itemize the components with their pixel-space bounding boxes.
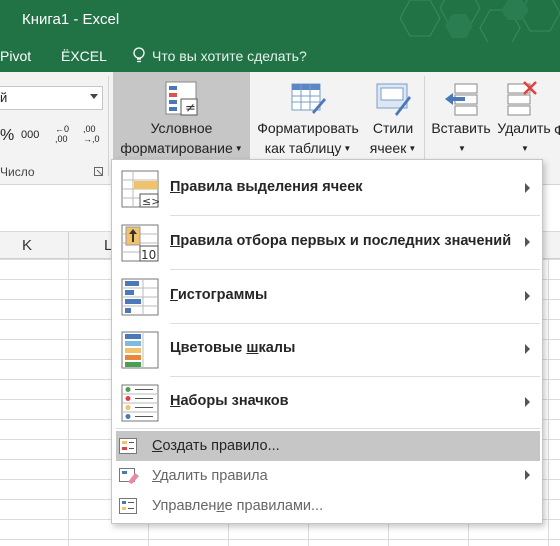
column-divider	[68, 232, 69, 258]
cell-styles-icon	[376, 83, 411, 116]
data-bars-icon	[121, 278, 159, 316]
clear-rules-accel: У	[152, 468, 161, 484]
clear-rules-icon	[119, 468, 139, 484]
menu-separator	[116, 428, 540, 429]
format-as-table-icon	[291, 83, 326, 114]
column-header-k[interactable]: K	[22, 237, 32, 254]
format-as-table-button[interactable]: Форматировать как таблицу ▼	[252, 72, 364, 160]
delete-label: Удалить	[497, 120, 551, 136]
format-table-label-2: как таблицу	[264, 140, 342, 156]
conditional-formatting-button[interactable]: ≠ Условное форматирование ▼	[113, 72, 250, 160]
chevron-down-icon: ▼	[234, 144, 243, 153]
new-rule-icon	[119, 438, 137, 454]
percent-button[interactable]: %	[0, 127, 14, 145]
format-label: Ф	[554, 122, 560, 138]
top-bottom-rules-icon: 10	[121, 224, 159, 262]
highlight-rules-icon: ≤>	[121, 170, 159, 208]
tell-me-box[interactable]: Что вы хотите сделать?	[132, 47, 307, 65]
delete-cells-icon	[507, 81, 537, 116]
window-title: Книга1 - Excel	[22, 11, 120, 28]
clear-rules-label: далить правила	[160, 468, 268, 484]
tell-me-text: Что вы хотите сделать?	[152, 48, 307, 64]
menu-item-clear-rules[interactable]: Удалить правила	[112, 461, 542, 491]
tab-pivot[interactable]: Pivot	[0, 48, 31, 64]
chevron-down-icon: ▼	[343, 144, 352, 153]
group-separator	[108, 76, 109, 176]
cell-styles-label-2: ячеек	[369, 140, 407, 156]
chevron-down-icon	[90, 94, 98, 99]
color-scales-icon	[121, 331, 159, 369]
insert-cells-icon	[445, 83, 478, 116]
chevron-down-icon: ▼	[521, 144, 529, 153]
title-bar: Книга1 - Excel	[0, 0, 560, 42]
submenu-arrow-icon	[525, 470, 530, 480]
number-group-label: Число	[0, 165, 35, 179]
tab-excel[interactable]: ЁXCEL	[61, 48, 107, 64]
submenu-arrow-icon	[525, 290, 530, 301]
manage-rules-label-pre: Управлен	[152, 498, 217, 514]
manage-rules-accel: и	[216, 498, 225, 514]
conditional-formatting-icon: ≠	[165, 81, 197, 116]
number-format-dropdown[interactable]: й	[0, 86, 103, 110]
highlight-rules-label: равила выделения ячеек	[180, 179, 363, 195]
icon-sets-label: аборы значков	[180, 393, 289, 409]
decrease-decimal-button[interactable]: ,00 →,0	[83, 124, 103, 144]
insert-cells-button[interactable]: Вставить ▼	[428, 72, 494, 160]
dialog-launcher-icon[interactable]	[94, 167, 103, 176]
format-button[interactable]: Ф	[554, 120, 560, 140]
number-format-value: й	[0, 90, 8, 105]
svg-text:10: 10	[141, 248, 156, 262]
increase-decimal-button[interactable]: ←0 ,00	[55, 124, 75, 144]
color-scales-label-pre: Цветовые	[170, 340, 247, 356]
menu-item-color-scales[interactable]: Цветовые шкалы	[112, 323, 542, 376]
lightbulb-icon	[133, 47, 145, 63]
submenu-arrow-icon	[525, 343, 530, 354]
color-scales-label: калы	[258, 340, 296, 356]
submenu-arrow-icon	[525, 182, 530, 193]
color-scales-accel: ш	[246, 340, 259, 356]
ribbon-tab-row: Pivot ЁXCEL Что вы хотите сделать?	[0, 42, 560, 72]
title-pattern-decoration	[399, 0, 560, 42]
chevron-down-icon: ▼	[458, 144, 466, 153]
icon-sets-accel: Н	[170, 393, 181, 409]
menu-item-data-bars[interactable]: Гистограммы	[112, 270, 542, 323]
menu-item-icon-sets[interactable]: Наборы значков	[112, 376, 542, 429]
menu-item-manage-rules[interactable]: Управление правилами...	[112, 491, 542, 521]
chevron-down-icon: ▼	[408, 144, 417, 153]
new-rule-accel: С	[152, 438, 163, 454]
svg-text:≠: ≠	[185, 101, 196, 116]
new-rule-label: оздать правило...	[162, 438, 280, 454]
cond-format-label-2: форматирование	[120, 140, 233, 156]
menu-item-top-bottom-rules[interactable]: 10 Правила отбора первых и последних зна…	[112, 216, 542, 269]
submenu-arrow-icon	[525, 236, 530, 247]
data-bars-accel: Г	[170, 287, 178, 303]
menu-item-highlight-rules[interactable]: ≤> Правила выделения ячеек	[112, 162, 542, 215]
conditional-formatting-menu: ≤> Правила выделения ячеек 10 Правила от…	[111, 159, 543, 524]
manage-rules-icon	[119, 498, 137, 514]
highlight-rules-accel: П	[170, 179, 181, 195]
thousands-button[interactable]: 000	[21, 129, 39, 141]
cell-styles-label-1: Стили	[372, 120, 414, 136]
data-bars-label: истограммы	[177, 287, 268, 303]
cond-format-label-1: Условное	[150, 120, 213, 136]
cell-styles-button[interactable]: Стили ячеек ▼	[366, 72, 420, 160]
top-bottom-label: равила отбора первых и последних значени…	[180, 233, 512, 249]
svg-text:≤>: ≤>	[142, 195, 159, 208]
delete-cells-button[interactable]: Удалить ▼	[494, 72, 554, 160]
menu-item-new-rule[interactable]: Создать правило...	[116, 431, 540, 461]
insert-label: Вставить	[431, 120, 491, 136]
submenu-arrow-icon	[525, 396, 530, 407]
manage-rules-label: е правилами...	[224, 498, 324, 514]
top-bottom-accel: П	[170, 233, 181, 249]
format-table-label-1: Форматировать	[257, 120, 359, 136]
icon-sets-icon	[121, 384, 159, 422]
